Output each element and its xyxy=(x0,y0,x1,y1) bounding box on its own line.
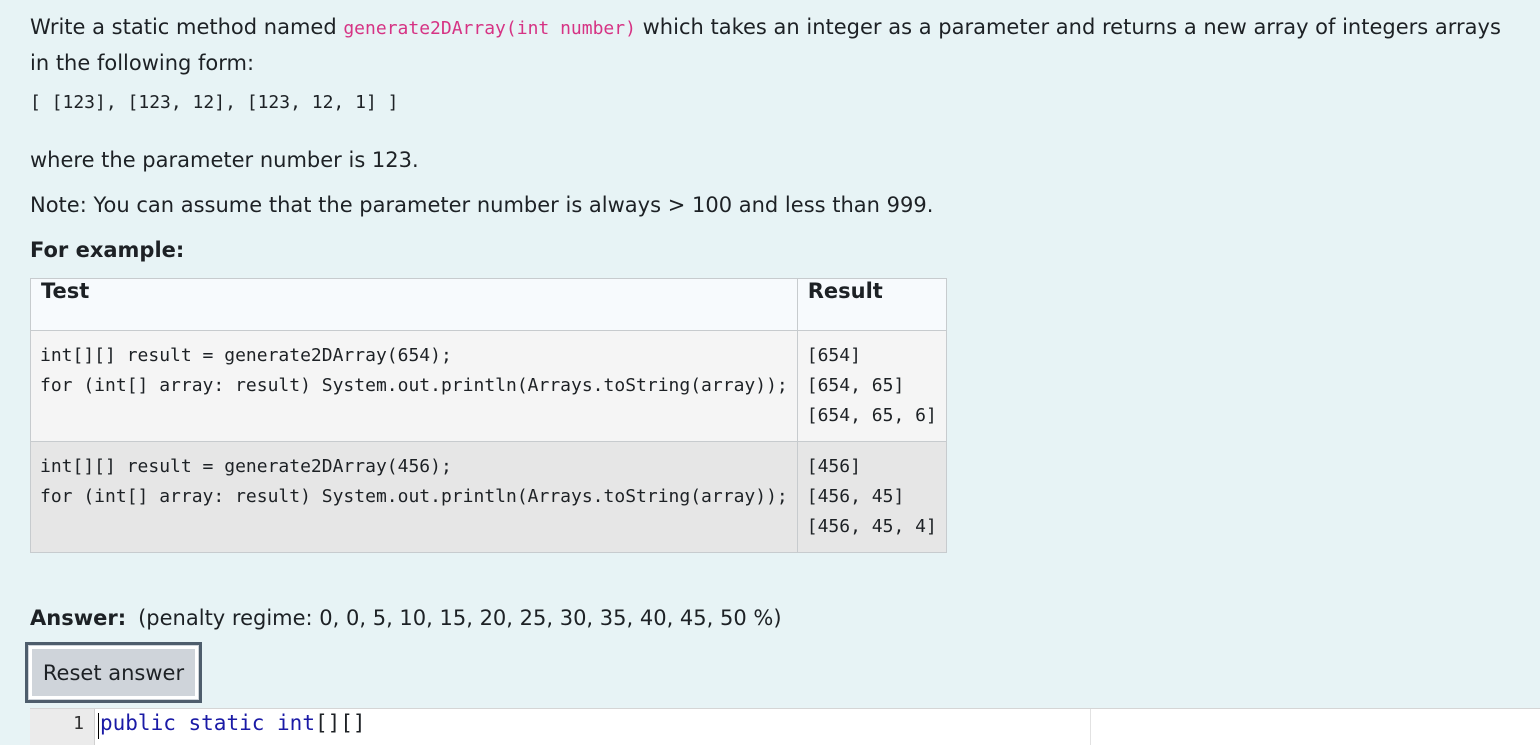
example-output: [ [123], [123, 12], [123, 12, 1] ] xyxy=(30,92,399,113)
where-text: where the parameter number is 123. xyxy=(30,148,419,172)
question-intro: Write a static method named generate2DAr… xyxy=(30,10,1520,80)
text-cursor xyxy=(98,713,99,739)
code-line[interactable]: public static int[][] xyxy=(100,711,366,735)
result-cell: [654] [654, 65] [654, 65, 6] xyxy=(796,330,947,442)
table-row: int[][] result = generate2DArray(456); f… xyxy=(30,441,947,553)
header-test: Test xyxy=(30,278,798,331)
method-signature: generate2DArray(int number) xyxy=(343,18,636,39)
question-intro-before: Write a static method named xyxy=(30,15,344,39)
print-margin xyxy=(1090,709,1091,745)
keyword-public: public xyxy=(100,711,176,735)
note-text: Note: You can assume that the parameter … xyxy=(30,193,934,217)
penalty-regime: (penalty regime: 0, 0, 5, 10, 15, 20, 25… xyxy=(138,606,782,630)
test-cell: int[][] result = generate2DArray(456); f… xyxy=(30,441,798,553)
table-row: int[][] result = generate2DArray(654); f… xyxy=(30,330,947,442)
code-brackets: [][] xyxy=(314,711,366,735)
test-cell: int[][] result = generate2DArray(654); f… xyxy=(30,330,798,442)
keyword-static: static xyxy=(188,711,265,735)
result-cell: [456] [456, 45] [456, 45, 4] xyxy=(796,441,947,553)
header-result: Result xyxy=(796,278,947,331)
examples-table: Test Result int[][] result = generate2DA… xyxy=(30,278,947,553)
keyword-int: int xyxy=(277,711,315,735)
answer-line: Answer: (penalty regime: 0, 0, 5, 10, 15,… xyxy=(30,601,782,635)
code-editor[interactable]: 1 public static int[][] xyxy=(30,708,1540,745)
editor-gutter: 1 xyxy=(30,709,95,745)
reset-answer-button[interactable]: Reset answer xyxy=(25,642,202,703)
for-example-label: For example: xyxy=(30,238,185,262)
line-number: 1 xyxy=(73,713,84,734)
answer-label: Answer: xyxy=(30,606,127,630)
examples-table-header: Test Result xyxy=(30,278,947,331)
